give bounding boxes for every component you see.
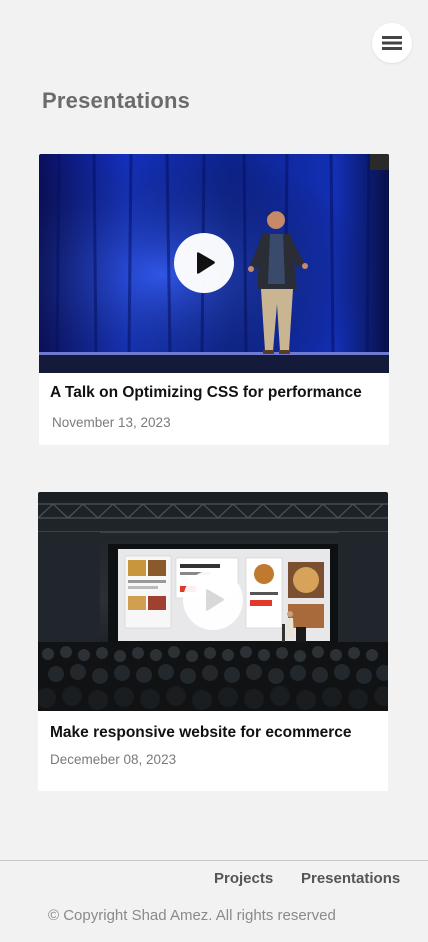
copyright-text: © Copyright Shad Amez. All rights reserv… [48, 907, 336, 924]
play-button[interactable] [174, 233, 234, 293]
footer-link-projects[interactable]: Projects [214, 870, 273, 887]
footer-link-presentations[interactable]: Presentations [301, 870, 400, 887]
presentation-card[interactable]: Make responsive website for ecommerce De… [38, 492, 388, 791]
footer: Projects Presentations © Copyright Shad … [0, 860, 428, 942]
page-title: Presentations [42, 88, 191, 113]
card-title[interactable]: Make responsive website for ecommerce [50, 724, 352, 742]
menu-button[interactable] [372, 23, 412, 63]
play-icon [197, 252, 215, 274]
card-date: November 13, 2023 [52, 415, 171, 430]
presentation-card[interactable]: A Talk on Optimizing CSS for performance… [39, 154, 389, 445]
page: Presentations A Talk on Optimizing CSS f… [0, 0, 428, 942]
card-title[interactable]: A Talk on Optimizing CSS for performance [50, 384, 362, 402]
video-thumbnail[interactable] [39, 154, 389, 373]
hamburger-menu-icon [382, 36, 402, 50]
play-button[interactable] [183, 570, 243, 630]
video-thumbnail[interactable] [38, 492, 388, 711]
play-icon [206, 589, 224, 611]
card-date: Decemeber 08, 2023 [50, 752, 177, 767]
